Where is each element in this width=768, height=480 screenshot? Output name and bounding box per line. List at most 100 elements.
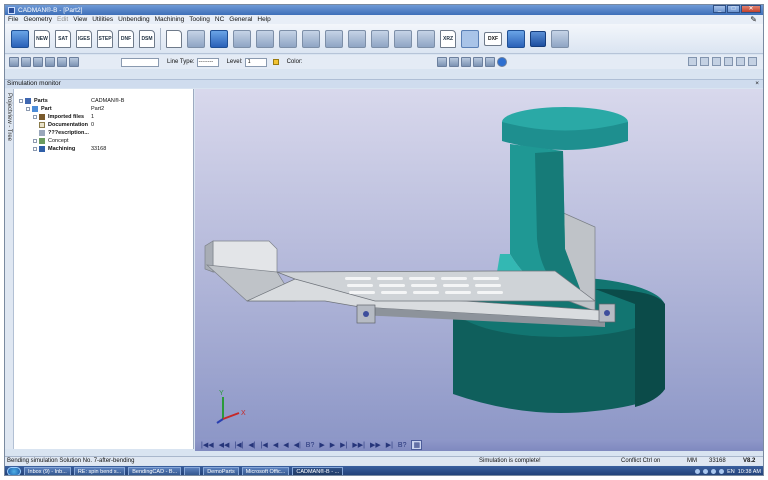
language-indicator[interactable]: EN xyxy=(727,469,735,475)
grid-view-icon[interactable] xyxy=(688,57,697,66)
expand-toggle[interactable] xyxy=(33,114,37,119)
sim-play-button[interactable]: ▶ xyxy=(319,441,324,449)
tray-icon[interactable] xyxy=(719,469,725,474)
edit-icon[interactable] xyxy=(21,57,31,67)
sim-last-button[interactable]: ▶| xyxy=(386,441,393,449)
menu-view[interactable]: View xyxy=(73,16,87,23)
sim-first-button[interactable]: |◀◀ xyxy=(201,441,214,449)
import-step-button[interactable]: STEP xyxy=(97,29,113,48)
bend-line-icon[interactable] xyxy=(69,57,79,67)
bend-sequence-icon[interactable] xyxy=(302,29,320,48)
export-icon[interactable] xyxy=(507,29,525,48)
menu-edit[interactable]: Edit xyxy=(57,16,68,23)
taskbar-item-office[interactable]: Microsoft Offic... xyxy=(241,467,290,475)
document-icon[interactable] xyxy=(166,29,182,48)
export-dxf-button[interactable]: DXF xyxy=(484,31,502,46)
sim-grid-toggle[interactable]: ▦ xyxy=(411,440,423,450)
menu-help[interactable]: Help xyxy=(257,16,270,23)
xrz-button[interactable]: XRZ xyxy=(440,29,456,48)
iso-view-icon[interactable] xyxy=(748,57,757,66)
name-input[interactable] xyxy=(121,57,159,67)
print-icon[interactable] xyxy=(551,29,569,48)
select-icon[interactable] xyxy=(9,57,19,67)
sim-next-step-button[interactable]: ▶| xyxy=(340,441,347,449)
close-button[interactable]: ✕ xyxy=(741,5,761,13)
top-view-icon[interactable] xyxy=(724,57,733,66)
sim-back-slow-button[interactable]: ◀ xyxy=(283,441,288,449)
menu-general[interactable]: General xyxy=(229,16,252,23)
open-wizard-icon[interactable] xyxy=(11,29,29,48)
unbend-icon[interactable] xyxy=(187,29,205,48)
color-swatch[interactable] xyxy=(272,59,279,65)
new-file-button[interactable]: NEW xyxy=(34,29,50,48)
sim-back-end-button[interactable]: ◀| xyxy=(294,441,301,449)
tray-icon[interactable] xyxy=(703,469,709,474)
import-dsm-button[interactable]: DSM xyxy=(139,29,155,48)
menu-utilities[interactable]: Utilities xyxy=(92,16,113,23)
angle-icon[interactable] xyxy=(57,57,67,67)
panel-close-icon[interactable]: × xyxy=(755,80,759,88)
tree-row[interactable]: Part Part2 xyxy=(26,105,104,112)
zoom-icon[interactable] xyxy=(448,57,459,67)
punch-icon[interactable] xyxy=(279,29,297,48)
sim-forward-button[interactable]: ▶ xyxy=(330,441,335,449)
expand-toggle[interactable] xyxy=(19,98,23,103)
tree-row[interactable]: Machining 33168 xyxy=(33,145,106,152)
simulation-icon[interactable] xyxy=(461,29,479,48)
3d-part-icon[interactable] xyxy=(210,29,228,48)
expand-toggle[interactable] xyxy=(26,106,30,111)
sim-prev-bend-button[interactable]: ◀| xyxy=(248,441,255,449)
menu-unbending[interactable]: Unbending xyxy=(118,16,149,23)
menu-tooling[interactable]: Tooling xyxy=(189,16,210,23)
taskbar-item-email[interactable]: RE: spin bend s... xyxy=(73,467,126,475)
machine-icon[interactable] xyxy=(256,29,274,48)
sim-next-bend-button[interactable]: ▶▶| xyxy=(352,441,365,449)
info-icon[interactable] xyxy=(496,57,507,67)
level-input[interactable]: 1 xyxy=(244,57,267,67)
menu-geometry[interactable]: Geometry xyxy=(23,16,52,23)
expand-toggle[interactable] xyxy=(33,138,37,143)
rotate-icon[interactable] xyxy=(472,57,483,67)
tooling-icon[interactable] xyxy=(233,29,251,48)
start-button[interactable] xyxy=(7,467,21,475)
3d-viewport[interactable]: Y X xyxy=(195,89,763,439)
sim-back-button[interactable]: ◀ xyxy=(273,441,278,449)
import-sat-button[interactable]: SAT xyxy=(55,29,71,48)
line-type-select[interactable]: -------- xyxy=(196,57,219,67)
minimize-button[interactable]: _ xyxy=(713,5,726,13)
expand-toggle[interactable] xyxy=(33,146,37,151)
shaded-icon[interactable] xyxy=(712,57,721,66)
context-help-icon[interactable]: ✎ xyxy=(750,15,757,24)
import-iges-button[interactable]: IGES xyxy=(76,29,92,48)
dimension-icon[interactable] xyxy=(45,57,55,67)
menu-nc[interactable]: NC xyxy=(215,16,224,23)
collision-icon[interactable] xyxy=(417,29,435,48)
taskbar-item-outlook[interactable]: Inbox (9) - Inb... xyxy=(24,467,71,475)
tray-icon[interactable] xyxy=(711,469,717,474)
maximize-button[interactable]: □ xyxy=(727,5,740,13)
pan-icon[interactable] xyxy=(484,57,495,67)
tray-icon[interactable] xyxy=(695,469,701,474)
import-dnf-button[interactable]: DNF xyxy=(118,29,134,48)
wireframe-icon[interactable] xyxy=(700,57,709,66)
sim-query-button[interactable]: B? xyxy=(306,442,315,449)
taskbar-item-demoparts[interactable]: DemoParts xyxy=(203,467,239,475)
sim-step-start-button[interactable]: |◀| xyxy=(234,441,243,449)
menu-file[interactable]: File xyxy=(8,16,18,23)
tree-row[interactable]: Concept xyxy=(33,137,69,144)
view-cube-icon[interactable] xyxy=(436,57,447,67)
save-icon[interactable] xyxy=(530,30,546,47)
flange-icon[interactable] xyxy=(325,29,343,48)
tree-row[interactable]: ???escription... xyxy=(39,129,89,136)
tree-row[interactable]: Documentation 0 xyxy=(39,121,94,128)
projectview-tab[interactable]: Projectview - Tree xyxy=(6,93,12,141)
tree-row[interactable]: Parts CADMAN®-B xyxy=(19,97,124,104)
backgauge-icon[interactable] xyxy=(394,29,412,48)
zoom-window-icon[interactable] xyxy=(460,57,471,67)
taskbar-item-folder[interactable] xyxy=(184,467,201,475)
sim-prev-step-button[interactable]: |◀ xyxy=(261,441,268,449)
tree-row[interactable]: Imported files 1 xyxy=(33,113,94,120)
taskbar-item-cadman[interactable]: CADMAN®-B - ... xyxy=(292,467,344,475)
sim-query2-button[interactable]: B? xyxy=(398,442,407,449)
clock[interactable]: 10:38 AM xyxy=(738,469,761,475)
